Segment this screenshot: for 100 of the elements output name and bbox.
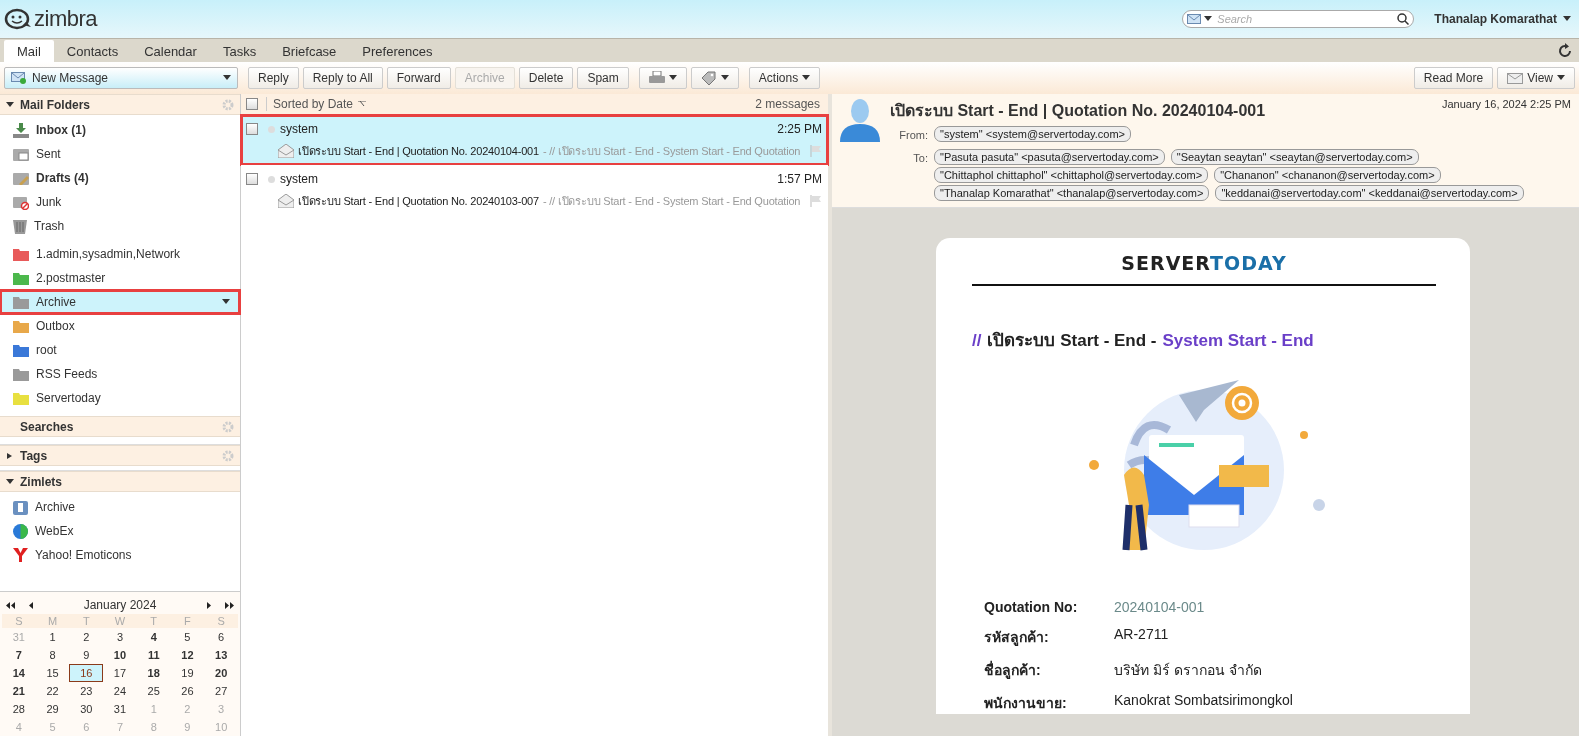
calendar-day[interactable]: 18 xyxy=(136,664,171,682)
envelope-icon xyxy=(1507,72,1524,84)
calendar-day[interactable]: 26 xyxy=(170,682,205,700)
zimlets-header[interactable]: Zimlets xyxy=(0,471,240,492)
address-chip[interactable]: "Chittaphol chittaphol" <chittaphol@servertoday.com> xyxy=(934,167,1209,183)
folder-item[interactable]: Inbox (1) xyxy=(0,118,240,142)
zimlet-item[interactable]: Archive xyxy=(0,495,240,519)
address-chip[interactable]: "system" <system@servertoday.com> xyxy=(934,126,1132,142)
calendar-day[interactable]: 14 xyxy=(2,664,36,682)
calendar-day[interactable]: 13 xyxy=(204,646,238,664)
folder-item[interactable]: root xyxy=(0,338,240,362)
calendar-day[interactable]: 10 xyxy=(103,646,137,664)
calendar-day[interactable]: 21 xyxy=(2,682,36,700)
address-chip[interactable]: "Thanalap Komarathat" <thanalap@servertoday.com> xyxy=(934,185,1210,201)
app-tab[interactable]: Tasks xyxy=(209,40,270,62)
to-label: To: xyxy=(912,151,928,164)
folder-item[interactable]: 1.admin,sysadmin,Network xyxy=(0,242,240,266)
read-more-button[interactable]: Read More xyxy=(1413,67,1494,89)
sort-header[interactable]: Sorted by Date xyxy=(266,97,748,111)
calendar-day[interactable]: 3 xyxy=(103,628,137,646)
mail-folders-header[interactable]: Mail Folders xyxy=(0,94,240,115)
select-all-checkbox[interactable] xyxy=(246,98,258,110)
calendar-day[interactable]: 12 xyxy=(170,646,205,664)
tag-menu-button[interactable] xyxy=(690,67,739,89)
calendar-day[interactable]: 15 xyxy=(35,664,70,682)
zimlet-item[interactable]: WebEx xyxy=(0,519,240,543)
search-icon[interactable] xyxy=(1397,13,1410,25)
new-message-button[interactable]: New Message xyxy=(4,67,238,89)
calendar-day[interactable]: 5 xyxy=(170,628,205,646)
calendar-day[interactable]: 4 xyxy=(136,628,171,646)
toolbar-button[interactable]: Delete xyxy=(518,67,574,89)
calendar-day[interactable]: 29 xyxy=(35,700,70,718)
folder-item[interactable]: RSS Feeds xyxy=(0,362,240,386)
double-right-arrow-icon[interactable] xyxy=(225,601,234,609)
folder-item[interactable]: 2.postmaster xyxy=(0,266,240,290)
status-dot-icon xyxy=(268,175,275,183)
app-tab[interactable]: Contacts xyxy=(53,40,132,62)
app-tab[interactable]: Briefcase xyxy=(269,40,350,62)
calendar-day[interactable]: 23 xyxy=(69,682,104,700)
calendar-day[interactable]: 24 xyxy=(103,682,137,700)
tag-icon xyxy=(700,71,717,85)
message-fragment: - // เปิดระบบ Start - End - System Start - End Quotation xyxy=(542,194,801,209)
calendar-day[interactable]: 9 xyxy=(69,646,104,664)
sort-caret-icon xyxy=(358,101,367,107)
print-menu-button[interactable] xyxy=(638,67,687,89)
view-menu-button[interactable]: View xyxy=(1497,67,1575,89)
folder-item[interactable]: Junk xyxy=(0,190,240,214)
calendar-day[interactable]: 31 xyxy=(103,700,137,718)
tags-header[interactable]: Tags xyxy=(0,445,240,466)
smiley-logo-icon xyxy=(4,8,32,30)
calendar-day[interactable]: 25 xyxy=(136,682,171,700)
user-menu[interactable]: Thanalap Komarathat xyxy=(1434,12,1571,26)
y-letter-icon xyxy=(13,548,28,562)
calendar-day[interactable]: 30 xyxy=(69,700,104,718)
address-chip[interactable]: "Chananon" <chananon@servertoday.com> xyxy=(1214,167,1441,183)
calendar-day[interactable]: 1 xyxy=(35,628,70,646)
address-chip[interactable]: "Pasuta pasuta" <pasuta@servertoday.com> xyxy=(934,149,1165,165)
calendar-day[interactable]: 27 xyxy=(204,682,238,700)
folder-item[interactable]: Servertoday xyxy=(0,386,240,410)
toolbar-button[interactable]: Reply xyxy=(248,67,299,89)
actions-menu-button[interactable]: Actions xyxy=(748,67,821,89)
search-box[interactable]: Search xyxy=(1182,10,1415,28)
searches-header[interactable]: Searches xyxy=(0,416,240,437)
folder-item[interactable]: Outbox xyxy=(0,314,240,338)
calendar-day[interactable]: 28 xyxy=(2,700,36,718)
app-tab[interactable]: Mail xyxy=(4,40,54,62)
right-arrow-icon[interactable] xyxy=(206,601,211,609)
printer-icon xyxy=(648,71,665,85)
zimlet-item[interactable]: Yahoo! Emoticons xyxy=(0,543,240,567)
message-row[interactable]: system 2:25 PM เปิดระบบ Start - End | Quotation No. 20240104-001 - // เปิดระบบ Start - End - System Start - End Quotation xyxy=(241,115,828,165)
calendar-day[interactable]: 7 xyxy=(2,646,36,664)
address-chip[interactable]: "keddanai@servertoday.com" <keddanai@servertoday.com> xyxy=(1215,185,1524,201)
calendar-day[interactable]: 19 xyxy=(170,664,205,682)
row-checkbox[interactable] xyxy=(246,123,258,135)
address-chip[interactable]: "Seaytan seaytan" <seaytan@servertoday.com> xyxy=(1170,149,1419,165)
row-checkbox[interactable] xyxy=(246,173,258,185)
toolbar-button[interactable]: Forward xyxy=(386,67,451,89)
left-arrow-icon[interactable] xyxy=(29,601,34,609)
calendar-day[interactable]: 2 xyxy=(69,628,104,646)
calendar-day[interactable]: 20 xyxy=(204,664,238,682)
detail-label: Quotation No: xyxy=(984,599,1079,615)
calendar-day[interactable]: 11 xyxy=(136,646,171,664)
calendar-day[interactable]: 16 xyxy=(69,664,104,682)
double-left-arrow-icon[interactable] xyxy=(6,601,15,609)
folder-item[interactable]: Sent xyxy=(0,142,240,166)
folder-item[interactable]: Trash xyxy=(0,214,240,238)
toolbar-button[interactable]: Reply to All xyxy=(302,67,383,89)
folder-letter-icon xyxy=(13,147,29,161)
calendar-day[interactable]: 6 xyxy=(204,628,238,646)
calendar-day[interactable]: 8 xyxy=(35,646,70,664)
app-tab[interactable]: Preferences xyxy=(349,40,446,62)
refresh-icon[interactable] xyxy=(1557,42,1573,59)
toolbar-button[interactable]: Spam xyxy=(577,67,629,89)
app-tab[interactable]: Calendar xyxy=(131,40,210,62)
folder-item[interactable]: Drafts (4) xyxy=(0,166,240,190)
folder-icon xyxy=(13,271,29,285)
calendar-day[interactable]: 17 xyxy=(103,664,137,682)
search-field[interactable]: Search xyxy=(1215,12,1395,26)
folder-item[interactable]: Archive xyxy=(0,290,240,314)
calendar-day[interactable]: 22 xyxy=(35,682,70,700)
